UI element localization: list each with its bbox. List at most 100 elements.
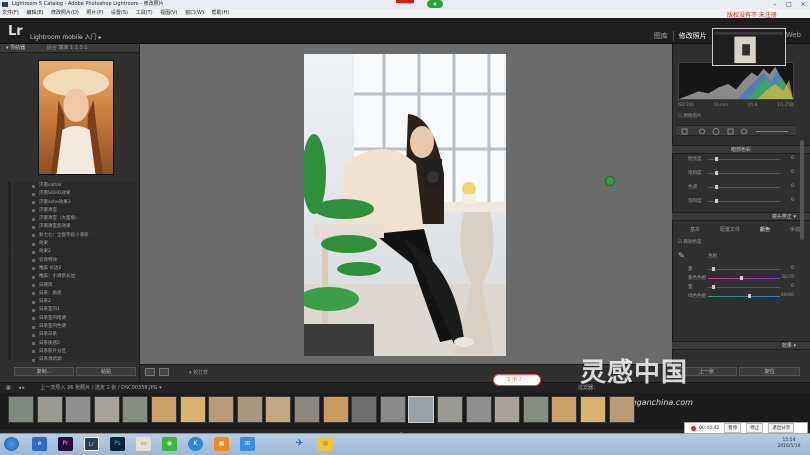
- filmstrip-thumbnail[interactable]: [465, 396, 492, 423]
- filmstrip-thumbnail[interactable]: [208, 396, 235, 423]
- filmstrip-thumbnail[interactable]: [151, 396, 177, 423]
- filmstrip-thumbnail[interactable]: [408, 396, 435, 423]
- slider-track[interactable]: [708, 201, 780, 202]
- paste-button[interactable]: 粘贴: [76, 367, 136, 376]
- preset-item[interactable]: 秋七七：全套字段小清新: [14, 232, 136, 241]
- network-icon[interactable]: ⊞: [240, 437, 255, 451]
- filmstrip-thumbnail[interactable]: [294, 396, 320, 423]
- preset-item[interactable]: 日系：质感: [14, 290, 136, 299]
- preset-item[interactable]: 日系日系: [14, 331, 136, 340]
- reset-button[interactable]: 复位: [739, 367, 800, 376]
- wechat-icon[interactable]: ◉: [162, 437, 177, 451]
- preset-item[interactable]: 日系质感2: [14, 340, 136, 348]
- filmstrip-thumbnail[interactable]: [179, 396, 206, 423]
- lightroom-icon[interactable]: Lr: [84, 437, 99, 451]
- slider-knob[interactable]: [715, 185, 719, 189]
- slider-track[interactable]: [708, 269, 780, 270]
- office-icon[interactable]: ▣: [214, 437, 229, 451]
- slider-track[interactable]: [708, 278, 780, 279]
- preset-item[interactable]: 效果2: [14, 248, 136, 257]
- histogram[interactable]: [678, 62, 794, 100]
- filmstrip-thumbnail[interactable]: [93, 396, 120, 423]
- system-clock[interactable]: 15:54 2016/5/19: [772, 438, 806, 450]
- preset-item[interactable]: 农场特效: [14, 257, 136, 265]
- pause-button[interactable]: 暂停: [724, 423, 742, 433]
- module-develop[interactable]: 修改照片: [672, 31, 712, 41]
- grid-icon[interactable]: ▦: [6, 385, 11, 391]
- lens-corrections-header[interactable]: 镜头校正 ▾: [672, 212, 810, 221]
- close-icon[interactable]: ×: [796, 0, 810, 9]
- slider-row[interactable]: 饱和度 0: [678, 198, 798, 205]
- tab-profile[interactable]: 配置文件: [720, 226, 740, 233]
- right-panel-scrollbar[interactable]: [800, 140, 804, 240]
- menu-view[interactable]: 视图(V): [160, 10, 177, 16]
- slider-knob[interactable]: [711, 285, 715, 289]
- split-toning-shadow-header[interactable]: 暗部色彩: [672, 145, 810, 154]
- filmstrip-thumbnail[interactable]: [236, 396, 263, 423]
- filmstrip-thumbnail[interactable]: [437, 396, 463, 423]
- slider-track[interactable]: [708, 296, 780, 297]
- k-app-icon[interactable]: K: [188, 437, 203, 451]
- premiere-icon[interactable]: Pr: [58, 437, 73, 451]
- slider-track[interactable]: [708, 173, 780, 174]
- ie-icon[interactable]: e: [32, 437, 47, 451]
- start-button-icon[interactable]: [4, 437, 19, 451]
- tab-manual[interactable]: 手动: [790, 226, 800, 233]
- menu-photo[interactable]: 照片(P): [86, 10, 103, 16]
- slider-knob[interactable]: [715, 157, 719, 161]
- module-library[interactable]: 图库: [649, 31, 673, 41]
- filmstrip-thumbnail[interactable]: [65, 396, 92, 423]
- copy-button[interactable]: 复制...: [14, 367, 74, 376]
- soft-proofing-toggle[interactable]: ▾ 校打样: [189, 369, 208, 376]
- tab-basic[interactable]: 基本: [690, 226, 700, 233]
- preset-item[interactable]: 日系室内色调: [14, 323, 136, 332]
- slider-row[interactable]: 色调 0: [678, 184, 798, 191]
- slider-row[interactable]: 绿色色相 40/60: [678, 293, 798, 300]
- photoshop-icon[interactable]: Ps: [110, 437, 125, 451]
- preset-item[interactable]: 济南清室: [14, 207, 136, 216]
- slider-knob[interactable]: [715, 171, 719, 175]
- maximize-icon[interactable]: □: [782, 0, 796, 9]
- filmstrip-thumbnail[interactable]: [265, 396, 292, 423]
- preset-item[interactable]: 日系室内暗调: [14, 315, 136, 324]
- effects-header[interactable]: 效果 ▾: [672, 341, 810, 350]
- slider-knob[interactable]: [715, 199, 719, 203]
- filmstrip-thumbnail[interactable]: [522, 396, 549, 423]
- slider-row[interactable]: 紫色色相 30/70: [678, 275, 798, 282]
- main-photo[interactable]: [304, 54, 506, 356]
- filmstrip-thumbnail[interactable]: [351, 396, 378, 423]
- slider-row[interactable]: 量0: [678, 266, 798, 273]
- lightroom-mobile-link[interactable]: Lightroom mobile 入门 ▸: [30, 32, 102, 41]
- preset-item[interactable]: 日系2: [14, 298, 136, 307]
- preset-item[interactable]: 效果: [14, 240, 136, 249]
- slider-track[interactable]: [708, 187, 780, 188]
- explorer-icon[interactable]: ▭: [136, 437, 151, 451]
- eyedropper-icon[interactable]: ✎: [678, 251, 685, 260]
- exit-share-button[interactable]: 退出分享: [768, 423, 795, 433]
- tab-color[interactable]: 颜色: [760, 226, 770, 233]
- preset-item[interactable]: 济南soho效果3: [14, 199, 136, 207]
- navigator-thumbnail[interactable]: [38, 60, 114, 175]
- menu-help[interactable]: 帮助(H): [212, 10, 230, 16]
- menu-edit[interactable]: 编辑(E): [26, 10, 43, 16]
- slider-track[interactable]: [708, 287, 780, 288]
- compare-view-button[interactable]: [159, 368, 169, 376]
- airplane-icon[interactable]: ✈: [292, 437, 307, 451]
- filmstrip-thumbnail[interactable]: [494, 396, 521, 423]
- loupe-view-button[interactable]: [145, 368, 155, 376]
- preset-item[interactable]: 唯美 长边2: [14, 265, 136, 274]
- stop-button[interactable]: 停止: [746, 423, 764, 433]
- defringe-checkbox[interactable]: ☑ 删除色差: [678, 239, 701, 245]
- preset-item[interactable]: 济南清室反效果: [14, 223, 136, 232]
- menu-develop[interactable]: 修改照片(D): [51, 10, 79, 16]
- slider-knob[interactable]: [740, 276, 744, 280]
- filmstrip-thumbnail[interactable]: [36, 396, 63, 423]
- filmstrip-thumbnail[interactable]: [8, 396, 34, 423]
- menu-window[interactable]: 窗口(W): [185, 10, 204, 16]
- navigator-header[interactable]: ▾ 导航器 适合 填满 1:1 3:1: [0, 44, 139, 53]
- slider-row[interactable]: 饱和度 0: [678, 170, 798, 177]
- preset-item[interactable]: 济南SOHO效果: [14, 190, 136, 199]
- slider-knob[interactable]: [711, 267, 715, 271]
- slider-row[interactable]: 明亮度 0: [678, 156, 798, 163]
- menu-tools[interactable]: 工具(T): [136, 10, 153, 16]
